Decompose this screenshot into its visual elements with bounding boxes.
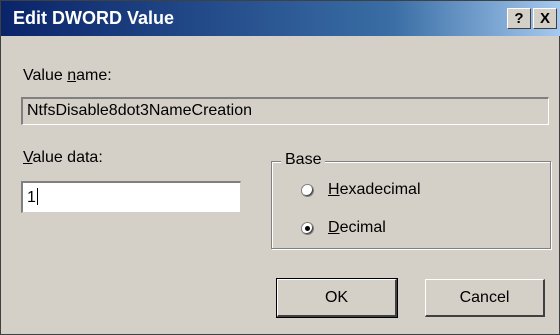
- close-icon: X: [539, 10, 550, 27]
- close-button[interactable]: X: [533, 8, 557, 29]
- help-button[interactable]: ?: [507, 8, 531, 29]
- radio-decimal-accel: D: [328, 219, 340, 236]
- value-name-label: Value name:: [23, 67, 112, 85]
- ok-button[interactable]: OK: [276, 278, 398, 318]
- cancel-button[interactable]: Cancel: [425, 279, 545, 317]
- value-data-label-part: alue data:: [32, 149, 103, 166]
- ok-button-label: OK: [324, 288, 349, 306]
- value-name-text: NtfsDisable8dot3NameCreation: [27, 102, 252, 119]
- value-name-label-part: ame:: [76, 67, 112, 84]
- help-icon: ?: [514, 10, 524, 27]
- radio-decimal-text: ecimal: [339, 219, 386, 236]
- text-caret: [36, 188, 38, 205]
- radio-hexadecimal-icon[interactable]: [301, 183, 314, 197]
- dialog-title: Edit DWORD Value: [13, 8, 175, 28]
- edit-dword-dialog: Edit DWORD Value ? X Value name: NtfsDis…: [0, 0, 560, 335]
- cancel-button-label: Cancel: [459, 288, 510, 306]
- radio-decimal[interactable]: Decimal: [301, 219, 386, 237]
- value-name-field[interactable]: NtfsDisable8dot3NameCreation: [21, 97, 549, 125]
- value-name-label-part: Value: [23, 67, 68, 84]
- radio-hexadecimal-accel: H: [328, 181, 340, 198]
- radio-decimal-icon[interactable]: [301, 221, 314, 235]
- radio-hexadecimal-label: Hexadecimal: [328, 181, 421, 199]
- value-data-text: 1: [27, 189, 36, 206]
- radio-hexadecimal-text: exadecimal: [339, 181, 421, 198]
- radio-decimal-label: Decimal: [328, 219, 386, 237]
- value-name-label-accel: n: [67, 67, 77, 84]
- value-data-input[interactable]: 1: [21, 181, 241, 213]
- radio-hexadecimal[interactable]: Hexadecimal: [301, 181, 421, 199]
- base-legend: Base: [281, 151, 326, 169]
- title-bar[interactable]: Edit DWORD Value ? X: [1, 1, 560, 36]
- value-data-label: Value data:: [23, 149, 103, 167]
